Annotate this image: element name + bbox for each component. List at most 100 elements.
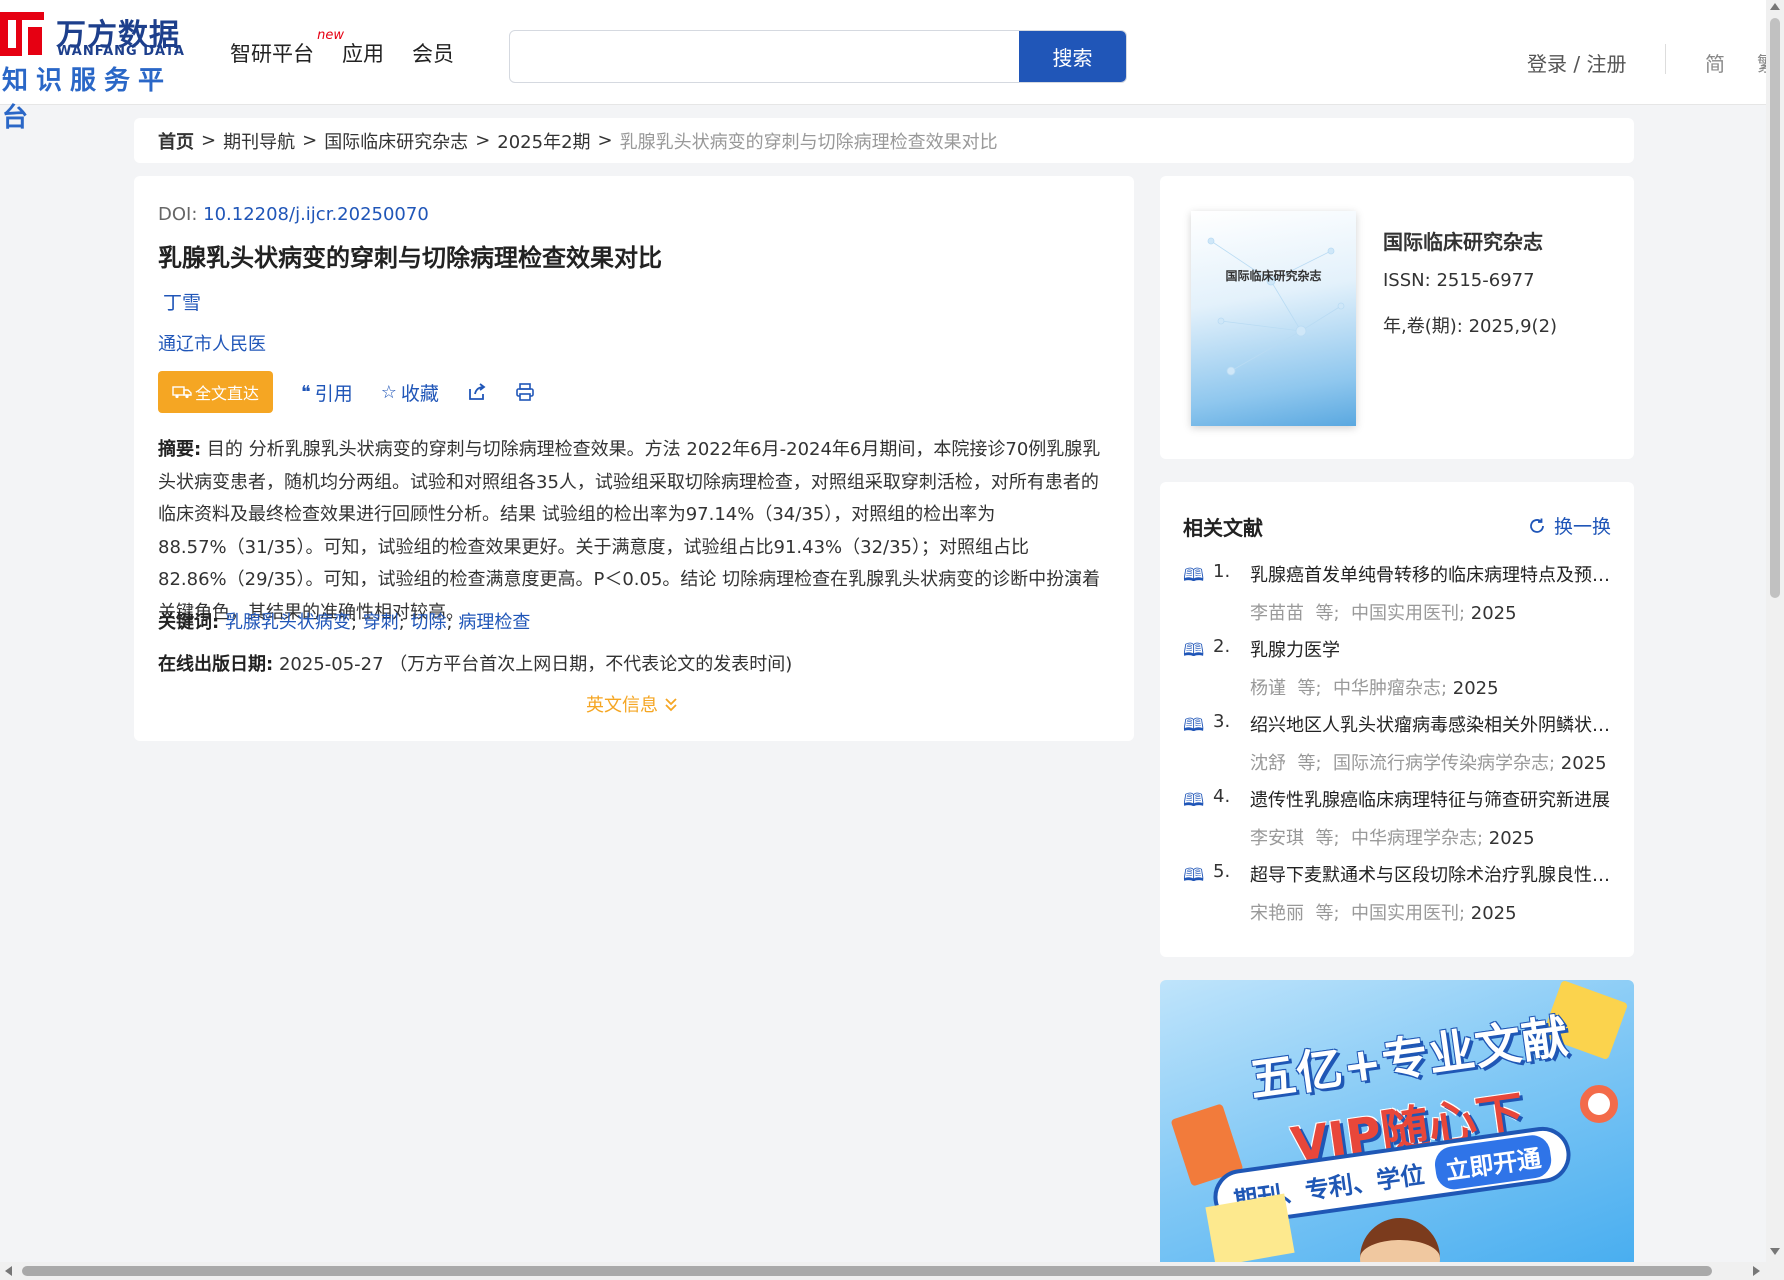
- keyword-link[interactable]: 切除: [411, 612, 447, 633]
- favorite-button[interactable]: ☆ 收藏: [381, 379, 439, 406]
- keyword-link[interactable]: 穿刺: [363, 612, 399, 633]
- vertical-scrollbar[interactable]: [1766, 0, 1784, 1262]
- breadcrumb: 首页 > 期刊导航 > 国际临床研究杂志 > 2025年2期 > 乳腺乳头状病变…: [134, 118, 1634, 163]
- related-source[interactable]: 中国实用医刊: [1351, 603, 1459, 624]
- book-icon: 🕮: [1183, 715, 1205, 736]
- issn-label: ISSN:: [1383, 270, 1431, 291]
- print-button[interactable]: [515, 382, 535, 402]
- lang-divider: [1665, 44, 1666, 74]
- vertical-scroll-thumb[interactable]: [1770, 18, 1780, 598]
- breadcrumb-issue[interactable]: 2025年2期: [497, 128, 590, 154]
- breadcrumb-current: 乳腺乳头状病变的穿刺与切除病理检查效果对比: [619, 131, 998, 153]
- related-author[interactable]: 沈舒: [1250, 753, 1286, 774]
- related-year: 2025: [1470, 903, 1517, 924]
- search-input[interactable]: [510, 31, 1020, 82]
- related-year: 2025: [1452, 678, 1499, 699]
- breadcrumb-journal[interactable]: 国际临床研究杂志: [324, 128, 468, 154]
- cover-title: 国际临床研究杂志: [1225, 269, 1322, 283]
- related-title-link[interactable]: 绍兴地区人乳头状瘤病毒感染相关外阴鳞状上皮病变: [1250, 711, 1610, 737]
- breadcrumb-sep: >: [475, 130, 491, 151]
- book-icon: 🕮: [1183, 640, 1205, 661]
- nav-member[interactable]: 会员: [412, 38, 454, 68]
- related-author[interactable]: 宋艳丽: [1250, 903, 1304, 924]
- vip-banner[interactable]: 五亿+专业文献 VIP随心下 期刊、专利、学位 立即开通: [1160, 980, 1634, 1262]
- share-button[interactable]: [467, 382, 487, 402]
- doi-link[interactable]: 10.12208/j.ijcr.20250070: [203, 204, 429, 225]
- pubdate-row: 在线出版日期: 2025-05-27 （万方平台首次上网日期，不代表论文的发表时…: [158, 649, 792, 681]
- lang-simplified[interactable]: 简: [1705, 48, 1725, 77]
- related-source[interactable]: 中国实用医刊: [1351, 903, 1459, 924]
- favorite-label: 收藏: [400, 382, 439, 405]
- refresh-icon: [1530, 518, 1544, 533]
- issue-value: 2025,9(2): [1468, 316, 1558, 337]
- keyword-link[interactable]: 乳腺乳头状病变: [225, 612, 351, 633]
- character-illustration-icon: [1360, 1218, 1440, 1262]
- english-info-toggle[interactable]: 英文信息: [586, 691, 678, 717]
- top-header: 万方数据 WANFANG DATA 知识服务平台 智研平台 new 应用 会员 …: [0, 0, 1766, 133]
- banner-cta[interactable]: 立即开通: [1432, 1132, 1554, 1192]
- cite-button[interactable]: ❝ 引用: [301, 379, 353, 406]
- refresh-button[interactable]: 换一换: [1528, 512, 1611, 539]
- author-link[interactable]: 丁雪: [163, 288, 201, 315]
- horizontal-scroll-thumb[interactable]: [22, 1266, 1712, 1276]
- double-chevron-down-icon: [665, 698, 677, 712]
- related-source[interactable]: 中华病理学杂志: [1351, 828, 1477, 849]
- main-nav: 智研平台 new 应用 会员: [230, 28, 454, 68]
- scroll-down-icon[interactable]: [1770, 1248, 1780, 1255]
- login-register-link[interactable]: 登录 / 注册: [1527, 48, 1626, 77]
- related-meta: 沈舒 等; 国际流行病学传染病学杂志; 2025: [1250, 753, 1607, 774]
- journal-cover[interactable]: 国际临床研究杂志: [1191, 211, 1356, 426]
- doi-label: DOI:: [158, 204, 204, 225]
- book-icon: 🕮: [1183, 565, 1205, 586]
- journal-card: 国际临床研究杂志 国际临床研究杂志 ISSN: 2515-6977 年,卷(期)…: [1160, 176, 1634, 459]
- related-year: 2025: [1488, 828, 1535, 849]
- journal-name[interactable]: 国际临床研究杂志: [1383, 226, 1543, 255]
- nav-zhiyan[interactable]: 智研平台 new: [230, 28, 344, 68]
- cover-pattern-icon: [1207, 237, 1345, 376]
- keywords-row: 关键词: 乳腺乳头状病变; 穿刺; 切除; 病理检查: [158, 612, 531, 633]
- related-source[interactable]: 中华肿瘤杂志: [1333, 678, 1441, 699]
- keyword-link[interactable]: 病理检查: [458, 612, 530, 633]
- search-button[interactable]: 搜索: [1019, 31, 1126, 82]
- abstract-text: 目的 分析乳腺乳头状病变的穿刺与切除病理检查效果。方法 2022年6月-2024…: [158, 439, 1101, 623]
- related-literature: 相关文献 换一换 🕮 1. 乳腺癌首发单纯骨转移的临床病理特点及预后分析 李苗苗…: [1160, 482, 1634, 957]
- breadcrumb-home[interactable]: 首页: [158, 128, 194, 154]
- related-author[interactable]: 李苗苗: [1250, 603, 1304, 624]
- related-title-link[interactable]: 遗传性乳腺癌临床病理特征与筛查研究新进展: [1250, 786, 1610, 812]
- logo-text-en: WANFANG DATA: [57, 44, 185, 59]
- related-item: 🕮 3. 绍兴地区人乳头状瘤病毒感染相关外阴鳞状上皮病变 沈舒 等; 国际流行病…: [1183, 711, 1613, 786]
- refresh-label: 换一换: [1553, 516, 1611, 538]
- scroll-right-icon[interactable]: [1753, 1266, 1760, 1276]
- related-title-link[interactable]: 乳腺力医学: [1250, 636, 1610, 662]
- related-etal: 等;: [1297, 678, 1322, 699]
- issue-label: 年,卷(期):: [1383, 316, 1463, 337]
- scroll-up-icon[interactable]: [1770, 3, 1780, 10]
- nav-apps[interactable]: 应用: [342, 38, 384, 68]
- related-title-link[interactable]: 超导下麦默通术与区段切除术治疗乳腺良性肿瘤: [1250, 861, 1610, 887]
- nav-zhiyan-label: 智研平台: [230, 42, 314, 66]
- horizontal-scrollbar[interactable]: [0, 1262, 1784, 1280]
- truck-icon: [172, 386, 192, 399]
- related-num: 3.: [1213, 711, 1231, 732]
- wanfang-logo[interactable]: 万方数据 WANFANG DATA 知识服务平台: [0, 8, 200, 133]
- english-info-label: 英文信息: [586, 695, 658, 716]
- breadcrumb-journal-nav[interactable]: 期刊导航: [223, 128, 295, 154]
- related-item: 🕮 1. 乳腺癌首发单纯骨转移的临床病理特点及预后分析 李苗苗 等; 中国实用医…: [1183, 561, 1613, 636]
- issn-value: 2515-6977: [1436, 270, 1535, 291]
- related-list: 🕮 1. 乳腺癌首发单纯骨转移的临床病理特点及预后分析 李苗苗 等; 中国实用医…: [1183, 561, 1613, 936]
- related-num: 1.: [1213, 561, 1231, 582]
- related-title-link[interactable]: 乳腺癌首发单纯骨转移的临床病理特点及预后分析: [1250, 561, 1610, 587]
- abstract: 摘要: 目的 分析乳腺乳头状病变的穿刺与切除病理检查效果。方法 2022年6月-…: [158, 434, 1110, 629]
- fulltext-button[interactable]: 全文直达: [158, 371, 273, 413]
- fulltext-label: 全文直达: [194, 384, 259, 403]
- lang-traditional[interactable]: 繁: [1757, 48, 1766, 77]
- organization-link[interactable]: 通辽市人民医: [158, 330, 266, 356]
- breadcrumb-sep: >: [597, 130, 613, 151]
- star-icon: ☆: [380, 381, 397, 403]
- related-author[interactable]: 李安琪: [1250, 828, 1304, 849]
- book-icon: 🕮: [1183, 790, 1205, 811]
- scroll-left-icon[interactable]: [5, 1266, 12, 1276]
- related-source[interactable]: 国际流行病学传染病学杂志: [1333, 753, 1549, 774]
- related-author[interactable]: 杨谨: [1250, 678, 1286, 699]
- related-item: 🕮 4. 遗传性乳腺癌临床病理特征与筛查研究新进展 李安琪 等; 中华病理学杂志…: [1183, 786, 1613, 861]
